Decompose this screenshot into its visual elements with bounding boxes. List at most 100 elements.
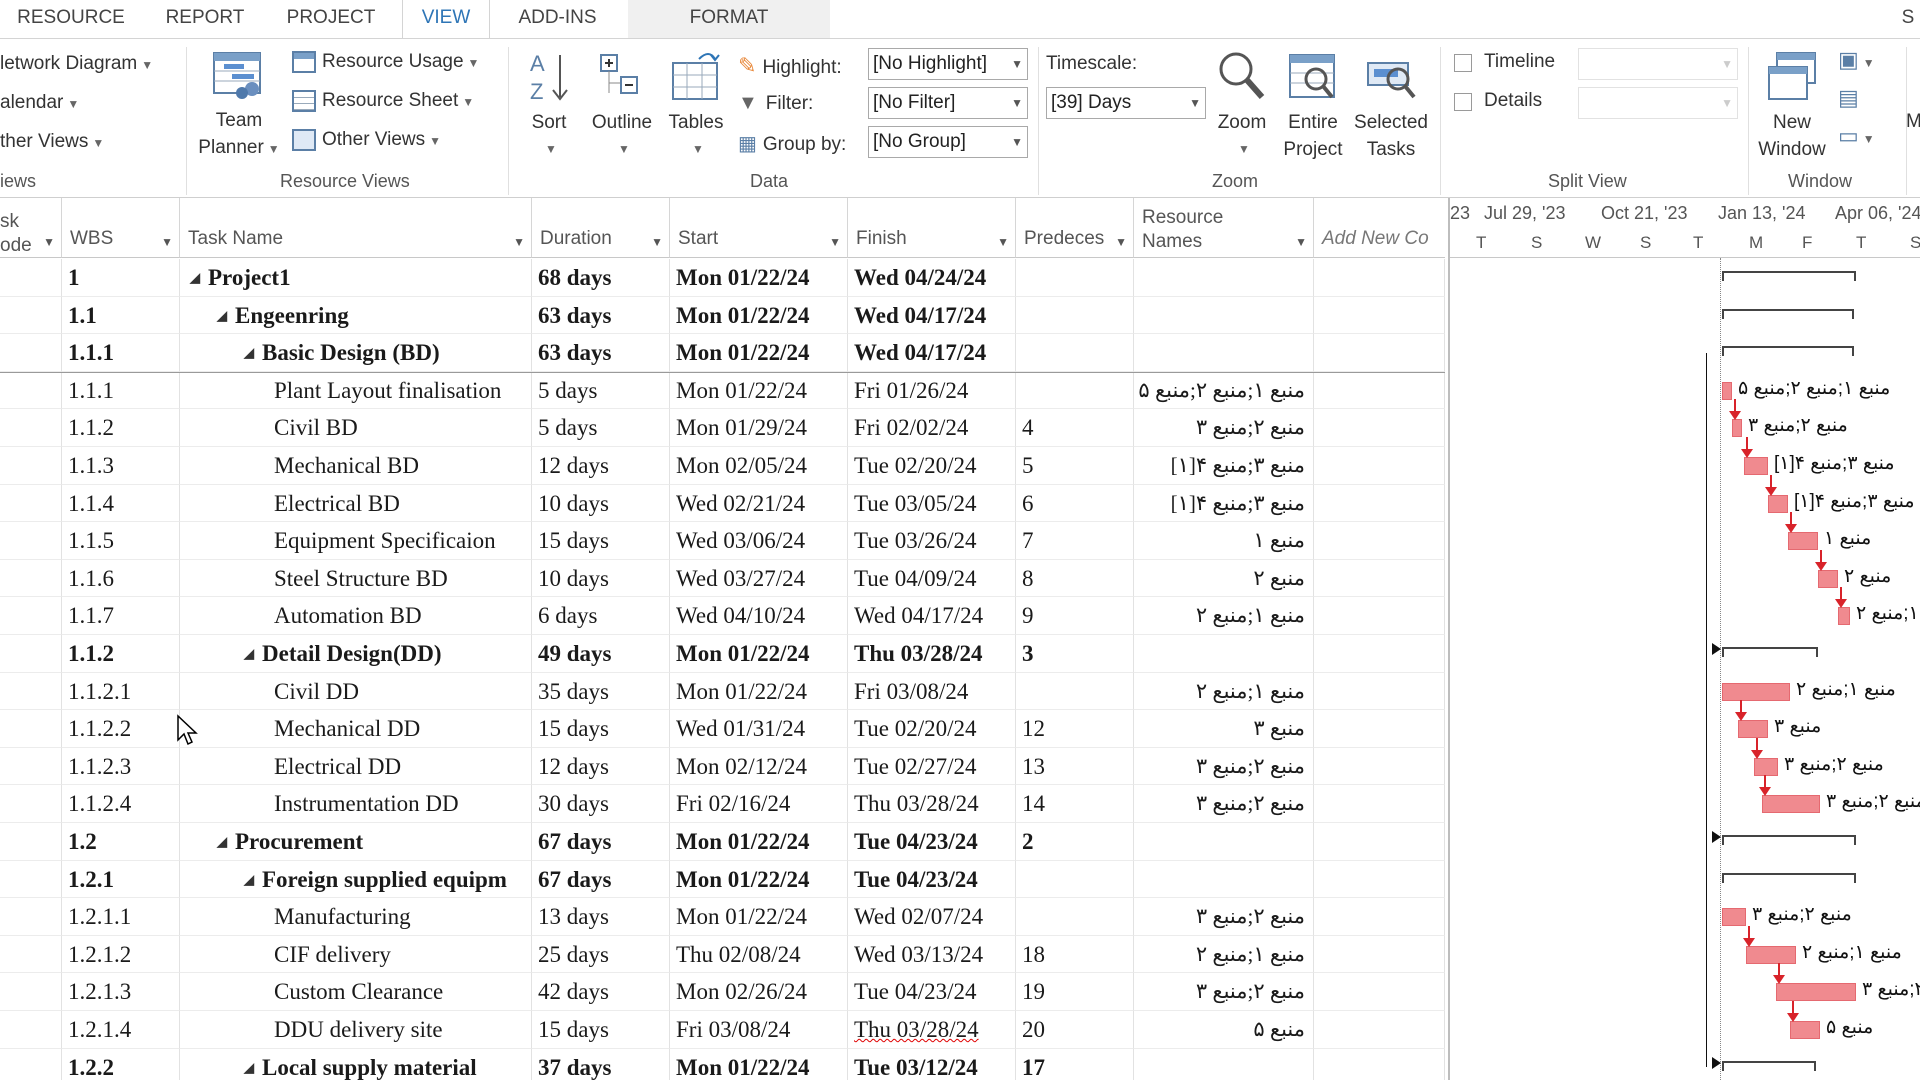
task-mode-cell[interactable] <box>0 935 62 974</box>
resource-names-cell[interactable] <box>1134 635 1314 673</box>
details-checkbox[interactable] <box>1454 93 1472 111</box>
duration-cell[interactable]: 49 days <box>532 635 670 673</box>
add-new-column-cell[interactable] <box>1314 259 1445 297</box>
task-bar[interactable] <box>1776 983 1856 1002</box>
duration-cell[interactable]: 15 days <box>532 522 670 560</box>
summary-bar[interactable] <box>1722 1060 1816 1071</box>
predecessors-cell[interactable]: 12 <box>1016 710 1134 748</box>
predecessors-cell[interactable]: 17 <box>1016 1048 1134 1080</box>
task-row[interactable]: 1.1.3 Mechanical BD 12 days Mon 02/05/24 Tue… <box>0 447 1445 485</box>
summary-task-row[interactable]: 1 ◢ Project1 68 days Mon 01/22/24 Wed 04/24/2… <box>0 259 1445 297</box>
task-bar[interactable] <box>1744 457 1768 475</box>
resource-names-cell[interactable]: منبع ۱;منبع ۲ <box>1134 935 1314 974</box>
resource-names-cell[interactable]: منبع ۵ <box>1134 1011 1314 1049</box>
task-name-cell[interactable]: Mechanical BD <box>180 447 532 485</box>
task-name-cell[interactable]: Equipment Specificaion <box>180 522 532 560</box>
duration-cell[interactable]: 15 days <box>532 1011 670 1049</box>
duration-cell[interactable]: 6 days <box>532 597 670 635</box>
wbs-cell[interactable]: 1.1.2.1 <box>62 672 180 711</box>
task-mode-cell[interactable] <box>0 259 62 297</box>
resource-usage-button[interactable]: Resource Usage ▼ <box>292 51 479 73</box>
task-bar[interactable] <box>1746 945 1796 964</box>
finish-cell[interactable]: Thu 03/28/24 <box>848 635 1016 673</box>
add-new-column-cell[interactable] <box>1314 559 1445 598</box>
summary-bar[interactable] <box>1722 271 1856 281</box>
task-bar[interactable] <box>1732 419 1742 438</box>
duration-cell[interactable]: 67 days <box>532 823 670 861</box>
task-mode-cell[interactable] <box>0 672 62 711</box>
calendar-button[interactable]: alendar ▼ <box>0 92 79 114</box>
finish-cell[interactable]: Tue 04/09/24 <box>848 559 1016 598</box>
summary-task-row[interactable]: 1.2.2 ◢ Local supply material 37 days Mon 01… <box>0 1048 1445 1080</box>
finish-cell[interactable]: Wed 04/17/24 <box>848 334 1016 372</box>
group-by-select[interactable]: [No Group] ▼ <box>868 126 1028 158</box>
timescale-select[interactable]: [39] Days ▼ <box>1046 87 1206 119</box>
switch-windows-icon[interactable]: ▭ ▼ <box>1838 123 1875 149</box>
zoom-button[interactable]: Zoom ▼ <box>1208 49 1276 163</box>
duration-cell[interactable]: 63 days <box>532 296 670 335</box>
new-window-button[interactable]: New Window <box>1752 49 1832 163</box>
start-cell[interactable]: Mon 01/29/24 <box>670 409 848 447</box>
add-new-column-cell[interactable] <box>1314 1048 1445 1080</box>
wbs-cell[interactable]: 1.1 <box>62 296 180 335</box>
task-row[interactable]: 1.1.7 Automation BD 6 days Wed 04/10/24 Wed … <box>0 597 1445 635</box>
task-name-cell[interactable]: Steel Structure BD <box>180 559 532 598</box>
add-new-column-cell[interactable] <box>1314 710 1445 748</box>
tab-report[interactable]: REPORT <box>150 0 260 38</box>
finish-cell[interactable]: Tue 03/26/24 <box>848 522 1016 560</box>
summary-task-row[interactable]: 1.1.2 ◢ Detail Design(DD) 49 days Mon 01/22/… <box>0 635 1445 673</box>
task-bar[interactable] <box>1818 569 1838 588</box>
selected-tasks-button[interactable]: Selected Tasks <box>1350 49 1432 163</box>
start-cell[interactable]: Wed 03/27/24 <box>670 559 848 598</box>
finish-cell[interactable]: Tue 04/23/24 <box>848 973 1016 1011</box>
wbs-cell[interactable]: 1.1.1 <box>62 334 180 372</box>
add-new-column-cell[interactable] <box>1314 597 1445 635</box>
predecessors-cell[interactable]: 20 <box>1016 1011 1134 1049</box>
task-mode-cell[interactable] <box>0 371 62 410</box>
column-header-add-new[interactable]: Add New Co <box>1314 198 1445 258</box>
task-row[interactable]: 1.1.6 Steel Structure BD 10 days Wed 03/27/… <box>0 559 1445 598</box>
hide-window-icon[interactable]: ▤ <box>1838 85 1859 111</box>
resource-names-cell[interactable]: منبع ۲;منبع ۳ <box>1134 747 1314 786</box>
resource-names-cell[interactable]: منبع ۳;منبع ۴[۱] <box>1134 484 1314 523</box>
task-row[interactable]: 1.1.2 Civil BD 5 days Mon 01/29/24 Fri 02/02… <box>0 409 1445 447</box>
collapse-triangle-icon[interactable]: ◢ <box>217 823 227 860</box>
highlight-select[interactable]: [No Highlight] ▼ <box>868 48 1028 80</box>
finish-cell[interactable]: Tue 03/12/24 <box>848 1048 1016 1080</box>
task-mode-cell[interactable] <box>0 1011 62 1049</box>
duration-cell[interactable]: 25 days <box>532 935 670 974</box>
resource-names-cell[interactable]: منبع ۳ <box>1134 710 1314 748</box>
wbs-cell[interactable]: 1.2.1.1 <box>62 898 180 936</box>
finish-cell[interactable]: Tue 04/23/24 <box>848 823 1016 861</box>
add-new-column-cell[interactable] <box>1314 935 1445 974</box>
tab-resource[interactable]: RESOURCE <box>0 0 142 38</box>
timeline-checkbox[interactable] <box>1454 54 1472 72</box>
predecessors-cell[interactable]: 6 <box>1016 484 1134 523</box>
duration-cell[interactable]: 12 days <box>532 447 670 485</box>
task-mode-cell[interactable] <box>0 409 62 447</box>
wbs-cell[interactable]: 1.2.1 <box>62 860 180 899</box>
add-new-column-cell[interactable] <box>1314 823 1445 861</box>
task-row[interactable]: 1.2.1.4 DDU delivery site 15 days Fri 03/08… <box>0 1011 1445 1049</box>
start-cell[interactable]: Fri 03/08/24 <box>670 1011 848 1049</box>
task-mode-cell[interactable] <box>0 334 62 372</box>
finish-cell[interactable]: Thu 03/28/24 <box>848 1011 1016 1049</box>
start-cell[interactable]: Mon 02/05/24 <box>670 447 848 485</box>
summary-task-row[interactable]: 1.1.1 ◢ Basic Design (BD) 63 days Mon 01/22/… <box>0 334 1445 372</box>
duration-cell[interactable]: 5 days <box>532 371 670 410</box>
start-cell[interactable]: Fri 02/16/24 <box>670 785 848 823</box>
start-cell[interactable]: Mon 01/22/24 <box>670 898 848 936</box>
task-bar[interactable] <box>1838 607 1850 626</box>
task-row[interactable]: 1.1.4 Electrical BD 10 days Wed 02/21/24 Tue… <box>0 484 1445 523</box>
duration-cell[interactable]: 42 days <box>532 973 670 1011</box>
task-name-cell[interactable]: CIF delivery <box>180 935 532 974</box>
finish-cell[interactable]: Tue 02/20/24 <box>848 447 1016 485</box>
column-header-task-name[interactable]: Task Name ▼ <box>180 198 532 258</box>
add-new-column-cell[interactable] <box>1314 785 1445 823</box>
task-bar[interactable] <box>1722 908 1746 927</box>
wbs-cell[interactable]: 1.2.1.2 <box>62 935 180 974</box>
task-row[interactable]: 1.1.2.1 Civil DD 35 days Mon 01/22/24 Fri 03… <box>0 672 1445 711</box>
filter-select[interactable]: [No Filter] ▼ <box>868 87 1028 119</box>
task-bar[interactable] <box>1722 381 1732 400</box>
duration-cell[interactable]: 13 days <box>532 898 670 936</box>
